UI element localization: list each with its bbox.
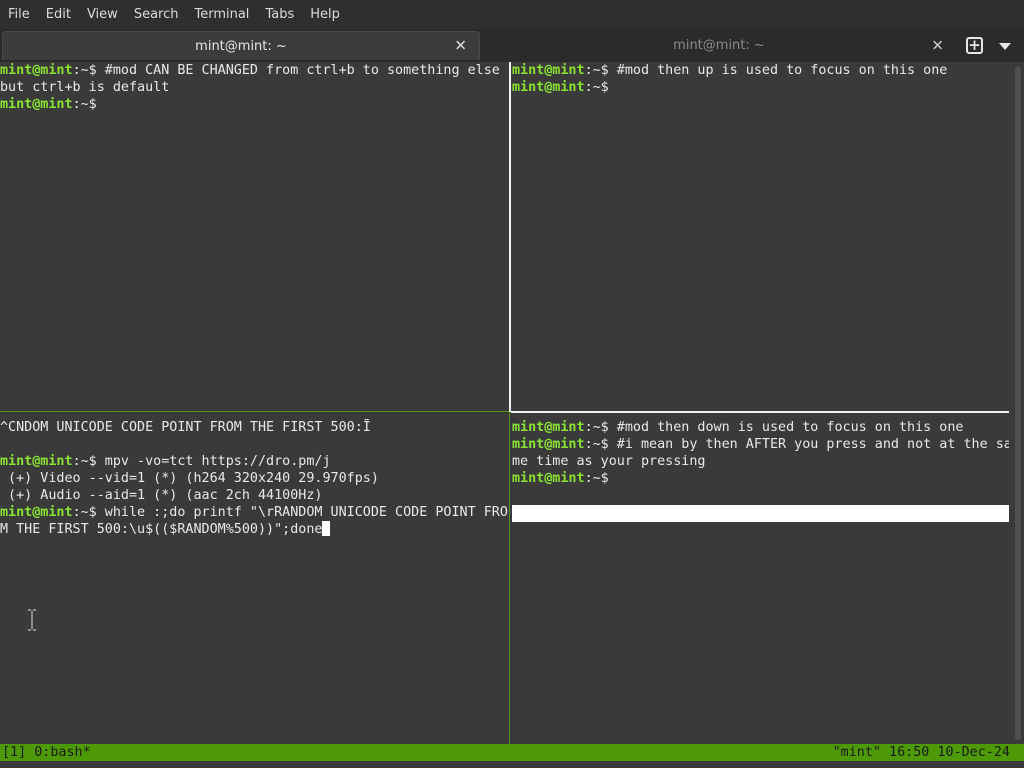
close-icon[interactable]: ✕ xyxy=(931,38,944,53)
tab-inactive[interactable]: mint@mint: ~ ✕ xyxy=(482,31,956,60)
terminal-line: mint@mint:~$ xyxy=(512,79,1009,96)
pane-divider-horizontal-active[interactable] xyxy=(511,411,1009,413)
prompt-user-host: mint@mint xyxy=(512,63,585,78)
text-cursor-icon xyxy=(28,609,36,631)
terminal-line: mint@mint:~$ xyxy=(0,96,508,113)
terminal-line-text: #mod then down is used to focus on this … xyxy=(608,420,964,435)
terminal-line: mint@mint:~$ while :;do printf "\rRANDOM… xyxy=(0,504,508,521)
terminal-cursor xyxy=(322,521,331,536)
terminal-window: File Edit View Search Terminal Tabs Help… xyxy=(0,0,1024,768)
terminal-line: mint@mint:~$ xyxy=(512,470,1009,487)
menu-terminal[interactable]: Terminal xyxy=(186,0,257,29)
prompt-user-host: mint@mint xyxy=(512,437,585,452)
terminal-line-text: #i mean by then AFTER you press and not … xyxy=(608,437,1009,452)
menu-help[interactable]: Help xyxy=(302,0,348,29)
scrollbar-thumb[interactable] xyxy=(1015,66,1021,740)
menu-bar: File Edit View Search Terminal Tabs Help xyxy=(0,0,1024,29)
prompt-user-host: mint@mint xyxy=(0,97,73,112)
pane-top-left[interactable]: mint@mint:~$ #mod CAN BE CHANGED from ct… xyxy=(0,62,508,410)
new-tab-icon[interactable]: + xyxy=(966,37,983,54)
menu-edit[interactable]: Edit xyxy=(38,0,79,29)
prompt-user-host: mint@mint xyxy=(512,420,585,435)
prompt-user-host: mint@mint xyxy=(0,63,73,78)
prompt-suffix: :~$ xyxy=(72,97,97,112)
terminal-line: mint@mint:~$ #mod CAN BE CHANGED from ct… xyxy=(0,62,508,79)
pane-divider-horizontal[interactable] xyxy=(0,411,509,412)
menu-tabs[interactable]: Tabs xyxy=(257,0,302,29)
terminal-line: mint@mint:~$ mpv -vo=tct https://dro.pm/… xyxy=(0,453,508,470)
window-bottom-edge xyxy=(0,761,1024,768)
terminal-line-text: (+) Video --vid=1 (*) (h264 320x240 29.9… xyxy=(0,471,379,486)
tab-active[interactable]: mint@mint: ~ ✕ xyxy=(2,31,480,60)
tab-title: mint@mint: ~ xyxy=(673,38,765,53)
pane-bottom-right[interactable]: mint@mint:~$ #mod then down is used to f… xyxy=(512,419,1009,742)
prompt-suffix: :~$ xyxy=(584,437,609,452)
prompt-user-host: mint@mint xyxy=(512,471,585,486)
prompt-user-host: mint@mint xyxy=(0,505,73,520)
tab-bar: mint@mint: ~ ✕ mint@mint: ~ ✕ + xyxy=(0,29,1024,62)
terminal-line: mint@mint:~$ #mod then up is used to foc… xyxy=(512,62,1009,79)
terminal-line: mint@mint:~$ #i mean by then AFTER you p… xyxy=(512,436,1009,453)
status-host-clock: "mint" 16:50 10-Dec-24 xyxy=(832,745,1010,760)
selection-highlight-bar xyxy=(512,505,1009,522)
terminal-line-text: but ctrl+b is default xyxy=(0,80,170,95)
tab-title: mint@mint: ~ xyxy=(195,38,287,54)
pane-top-right[interactable]: mint@mint:~$ #mod then up is used to foc… xyxy=(512,62,1009,410)
close-icon[interactable]: ✕ xyxy=(454,38,467,54)
prompt-suffix: :~$ xyxy=(584,80,609,95)
terminal-area[interactable]: mint@mint:~$ #mod CAN BE CHANGED from ct… xyxy=(0,62,1024,744)
terminal-line-text: M THE FIRST 500:\u$(($RANDOM%500))";done xyxy=(0,522,323,537)
menu-view[interactable]: View xyxy=(79,0,126,29)
tmux-status-bar: [1] 0:bash* "mint" 16:50 10-Dec-24 xyxy=(0,744,1024,761)
terminal-line: me time as your pressing xyxy=(512,453,1009,470)
terminal-line: (+) Video --vid=1 (*) (h264 320x240 29.9… xyxy=(0,470,508,487)
pane-divider-vertical[interactable] xyxy=(509,412,510,744)
terminal-line-text: ^CNDOM UNICODE CODE POINT FROM THE FIRST… xyxy=(0,420,371,435)
pane-divider-vertical-active[interactable] xyxy=(509,62,511,412)
prompt-suffix: :~$ xyxy=(584,420,609,435)
status-window-list[interactable]: [1] 0:bash* xyxy=(2,744,91,761)
terminal-line-text: #mod then up is used to focus on this on… xyxy=(608,63,948,78)
prompt-suffix: :~$ xyxy=(584,63,609,78)
terminal-line: (+) Audio --aid=1 (*) (aac 2ch 44100Hz) xyxy=(0,487,508,504)
prompt-user-host: mint@mint xyxy=(0,454,73,469)
prompt-suffix: :~$ xyxy=(72,454,97,469)
dropdown-arrow-icon[interactable] xyxy=(999,43,1011,50)
terminal-line: but ctrl+b is default xyxy=(0,79,508,96)
terminal-line: M THE FIRST 500:\u$(($RANDOM%500))";done xyxy=(0,521,508,538)
terminal-line: ^CNDOM UNICODE CODE POINT FROM THE FIRST… xyxy=(0,419,508,436)
terminal-line-text: me time as your pressing xyxy=(512,454,706,469)
menu-search[interactable]: Search xyxy=(126,0,187,29)
terminal-line-text: mpv -vo=tct https://dro.pm/j xyxy=(96,454,331,469)
prompt-suffix: :~$ xyxy=(72,505,97,520)
prompt-user-host: mint@mint xyxy=(512,80,585,95)
terminal-line-text: #mod CAN BE CHANGED from ctrl+b to somet… xyxy=(96,63,500,78)
terminal-line-text: (+) Audio --aid=1 (*) (aac 2ch 44100Hz) xyxy=(0,488,323,503)
scrollbar[interactable] xyxy=(1014,66,1022,740)
menu-file[interactable]: File xyxy=(0,0,38,29)
pane-bottom-left[interactable]: ^CNDOM UNICODE CODE POINT FROM THE FIRST… xyxy=(0,419,508,742)
prompt-suffix: :~$ xyxy=(584,471,609,486)
terminal-line: mint@mint:~$ #mod then down is used to f… xyxy=(512,419,1009,436)
terminal-line-text: while :;do printf "\rRANDOM UNICODE CODE… xyxy=(96,505,508,520)
prompt-suffix: :~$ xyxy=(72,63,97,78)
